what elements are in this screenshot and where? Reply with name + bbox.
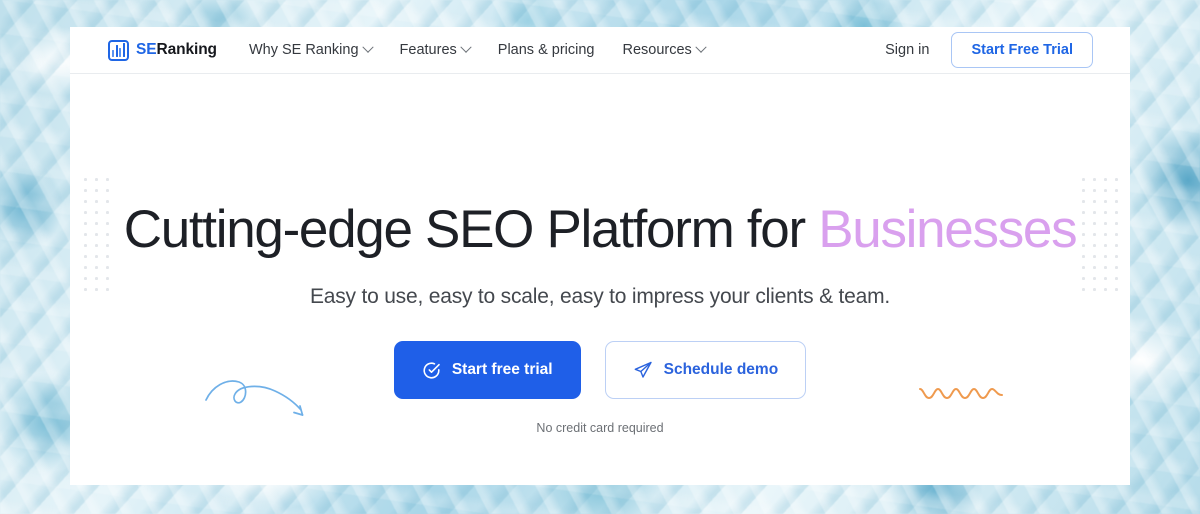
dot: [1082, 189, 1085, 192]
chevron-down-icon: [695, 41, 707, 53]
dot: [84, 277, 87, 280]
start-free-trial-button[interactable]: Start Free Trial: [951, 32, 1093, 68]
no-credit-card-note: No credit card required: [536, 421, 664, 435]
dot: [1104, 266, 1107, 269]
main-navigation: Why SE Ranking Features Plans & pricing …: [248, 41, 707, 58]
chevron-down-icon: [460, 41, 472, 53]
page-root: SERanking Why SE Ranking Features Plans …: [0, 0, 1200, 514]
logo-text-ranking: Ranking: [156, 41, 217, 58]
dot: [84, 266, 87, 269]
nav-item-features[interactable]: Features: [399, 41, 472, 58]
nav-item-resources[interactable]: Resources: [622, 41, 707, 58]
logo-link[interactable]: SERanking: [108, 39, 217, 61]
page-title-plain: Cutting-edge SEO Platform for: [123, 200, 819, 259]
dot: [1093, 266, 1096, 269]
dot: [1093, 189, 1096, 192]
hero-subheading: Easy to use, easy to scale, easy to impr…: [309, 285, 891, 308]
dot: [95, 266, 98, 269]
nav-item-label: Why SE Ranking: [248, 42, 359, 58]
dot: [95, 189, 98, 192]
button-label: Start free trial: [451, 361, 553, 378]
dot: [1093, 277, 1096, 280]
logo-text: SERanking: [136, 41, 217, 59]
nav-item-label: Plans & pricing: [497, 42, 595, 58]
dot: [106, 277, 109, 280]
nav-item-plans-pricing[interactable]: Plans & pricing: [498, 42, 595, 58]
paper-plane-icon: [634, 361, 652, 378]
dot: [95, 277, 98, 280]
wavy-line-doodle: [919, 388, 1003, 399]
bar-chart-logo-icon: [108, 39, 129, 61]
dot: [106, 178, 109, 181]
dot: [1082, 178, 1085, 181]
dot: [1115, 178, 1118, 181]
nav-item-label: Resources: [622, 42, 692, 58]
dot: [1082, 277, 1085, 280]
dot: [1093, 178, 1096, 181]
dot: [1115, 266, 1118, 269]
dot: [1115, 277, 1118, 280]
page-title: Cutting-edge SEO Platform for Businesses: [70, 200, 1130, 259]
logo-text-se: SE: [136, 41, 157, 58]
hero-section: Cutting-edge SEO Platform for Businesses…: [70, 74, 1130, 484]
chevron-down-icon: [361, 41, 374, 53]
dot: [106, 189, 109, 192]
start-free-trial-primary-button[interactable]: Start free trial: [393, 341, 581, 399]
button-label: Schedule demo: [663, 361, 779, 378]
nav-item-label: Features: [399, 42, 457, 58]
dot: [106, 266, 109, 269]
dot: [95, 178, 98, 181]
page-title-accent: Businesses: [818, 200, 1077, 259]
dot: [84, 178, 87, 181]
dot: [1082, 266, 1085, 269]
content-panel: SERanking Why SE Ranking Features Plans …: [70, 27, 1130, 485]
dot: [1115, 189, 1118, 192]
site-header: SERanking Why SE Ranking Features Plans …: [70, 27, 1130, 74]
dot: [84, 189, 87, 192]
header-actions: Sign in Start Free Trial: [885, 32, 1130, 68]
dot: [1104, 189, 1107, 192]
nav-item-why-se-ranking[interactable]: Why SE Ranking: [248, 41, 374, 58]
dot: [1104, 178, 1107, 181]
check-circle-icon: [423, 361, 440, 379]
dot: [1104, 277, 1107, 280]
sign-in-link[interactable]: Sign in: [885, 42, 929, 58]
curved-loop-arrow-doodle: [205, 380, 304, 416]
schedule-demo-button[interactable]: Schedule demo: [604, 341, 807, 399]
